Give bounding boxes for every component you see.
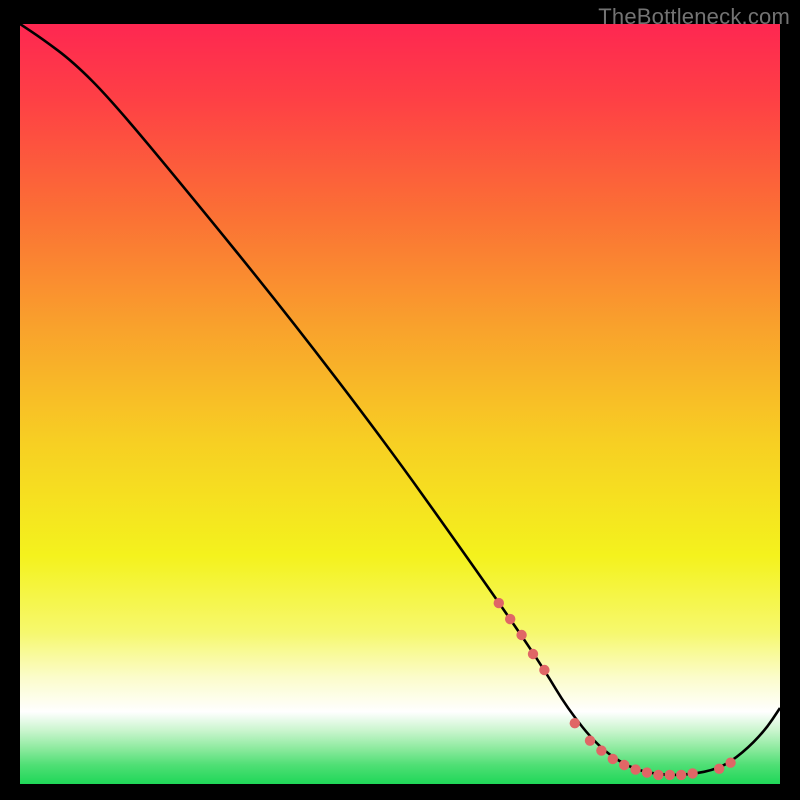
curve-marker: [725, 758, 735, 768]
curve-marker: [630, 764, 640, 774]
curve-marker: [494, 598, 504, 608]
curve-marker: [608, 754, 618, 764]
curve-marker: [714, 764, 724, 774]
watermark-text: TheBottleneck.com: [598, 4, 790, 30]
curve-marker: [596, 745, 606, 755]
curve-marker: [516, 630, 526, 640]
curve-marker: [570, 718, 580, 728]
plot-area: [20, 24, 780, 784]
curve-marker: [619, 760, 629, 770]
curve-marker: [585, 736, 595, 746]
curve-marker: [653, 770, 663, 780]
chart-svg: [20, 24, 780, 784]
curve-marker: [676, 770, 686, 780]
curve-marker: [528, 649, 538, 659]
curve-marker: [539, 665, 549, 675]
curve-marker: [687, 768, 697, 778]
curve-marker: [642, 767, 652, 777]
gradient-background: [20, 24, 780, 784]
curve-marker: [665, 770, 675, 780]
chart-frame: TheBottleneck.com: [0, 0, 800, 800]
curve-marker: [505, 614, 515, 624]
